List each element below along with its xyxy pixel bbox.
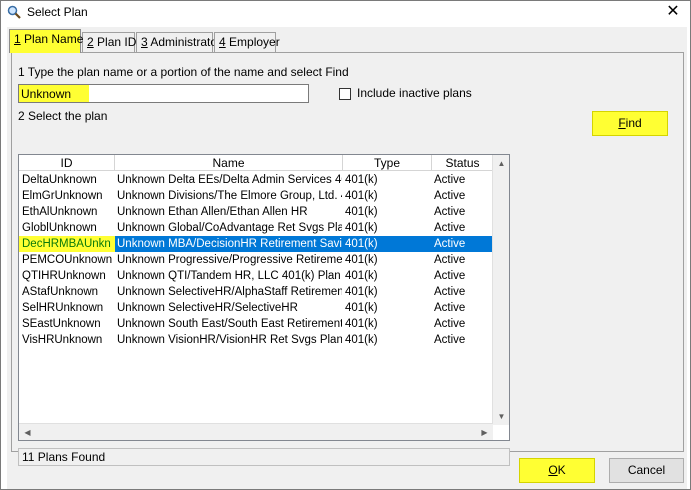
ok-button[interactable]: OK	[519, 458, 595, 483]
plan-name-cell: Unknown Divisions/The Elmore Group, Ltd.…	[117, 190, 342, 202]
include-inactive-label: Include inactive plans	[357, 86, 472, 100]
column-header-type[interactable]: Type	[343, 155, 432, 171]
table-row[interactable]: QTIHRUnknown Unknown QTI/Tandem HR, LLC 4…	[19, 268, 493, 284]
plan-type-cell: 401(k)	[345, 318, 378, 330]
plan-status-cell: Active	[434, 318, 466, 330]
tab-plan-id[interactable]: 2 Plan ID	[82, 32, 136, 52]
plan-status-cell: Active	[434, 270, 466, 282]
scroll-up-icon[interactable]: ▲	[493, 155, 509, 172]
plan-status-cell: Active	[434, 238, 466, 250]
dialog-body: 1 Plan Name 2 Plan ID 3 Administrator 4 …	[7, 27, 687, 489]
plan-id-cell: PEMCOUnknown	[22, 254, 113, 266]
plan-list-rows: DeltaUnknown Unknown Delta EEs/Delta Admi…	[19, 172, 493, 348]
vertical-scrollbar[interactable]: ▲ ▼	[492, 155, 509, 425]
table-row[interactable]: VisHRUnknown Unknown VisionHR/VisionHR Re…	[19, 332, 493, 348]
plan-id-cell: ElmGrUnknown	[22, 190, 103, 202]
plan-id-cell: VisHRUnknown	[22, 334, 103, 346]
plan-name-cell: Unknown SelectiveHR/SelectiveHR	[117, 302, 298, 314]
plan-list[interactable]: ID Name Type Status DeltaUnknown Unknown …	[18, 154, 510, 441]
step1-label: 1 Type the plan name or a portion of the…	[18, 65, 349, 79]
table-row[interactable]: PEMCOUnknown Unknown Progressive/Progress…	[19, 252, 493, 268]
plan-id-cell: DeltaUnknown	[22, 174, 97, 186]
plan-type-cell: 401(k)	[345, 238, 378, 250]
plan-type-cell: 401(k)	[345, 334, 378, 346]
table-row[interactable]: DeltaUnknown Unknown Delta EEs/Delta Admi…	[19, 172, 493, 188]
plan-status-cell: Active	[434, 206, 466, 218]
plan-name-cell: Unknown SelectiveHR/AlphaStaff Retiremen…	[117, 286, 342, 298]
table-row[interactable]: GloblUnknown Unknown Global/CoAdvantage R…	[19, 220, 493, 236]
plan-status-cell: Active	[434, 254, 466, 266]
column-header-name[interactable]: Name	[115, 155, 343, 171]
plan-id-cell: DecHRMBAUnkn	[22, 238, 111, 250]
status-bar: 11 Plans Found	[18, 448, 510, 466]
plan-type-cell: 401(k)	[345, 174, 378, 186]
tab-panel: 1 Type the plan name or a portion of the…	[11, 52, 684, 466]
plan-id-cell: AStafUnknown	[22, 286, 99, 298]
plan-status-cell: Active	[434, 334, 466, 346]
plan-id-cell: SelHRUnknown	[22, 302, 104, 314]
scroll-down-icon[interactable]: ▼	[493, 408, 509, 425]
plan-name-search-field[interactable]	[18, 84, 309, 103]
search-input[interactable]	[21, 86, 306, 101]
plan-status-cell: Active	[434, 302, 466, 314]
plan-type-cell: 401(k)	[345, 206, 378, 218]
include-inactive-checkbox[interactable]	[339, 88, 351, 100]
plan-status-cell: Active	[434, 174, 466, 186]
magnifier-icon	[7, 5, 21, 19]
plan-name-cell: Unknown Delta EEs/Delta Admin Services 4…	[117, 174, 342, 186]
plan-type-cell: 401(k)	[345, 270, 378, 282]
horizontal-scrollbar[interactable]: ◀ ▶	[19, 423, 493, 440]
plan-id-cell: QTIHRUnknown	[22, 270, 106, 282]
step2-label: 2 Select the plan	[18, 109, 108, 123]
close-button[interactable]: ✕	[658, 1, 688, 23]
tab-plan-name[interactable]: 1 Plan Name	[9, 29, 83, 53]
plan-type-cell: 401(k)	[345, 286, 378, 298]
plan-type-cell: 401(k)	[345, 254, 378, 266]
column-header-id[interactable]: ID	[19, 155, 115, 171]
table-row[interactable]: EthAlUnknown Unknown Ethan Allen/Ethan Al…	[19, 204, 493, 220]
column-header-status[interactable]: Status	[432, 155, 493, 171]
table-row[interactable]: SEastUnknown Unknown South East/South Eas…	[19, 316, 493, 332]
scroll-left-icon[interactable]: ◀	[19, 424, 36, 440]
title-bar: Select Plan ✕	[1, 1, 690, 25]
plan-id-cell: SEastUnknown	[22, 318, 101, 330]
plan-name-cell: Unknown QTI/Tandem HR, LLC 401(k) Plan	[117, 270, 341, 282]
table-row[interactable]: DecHRMBAUnkn Unknown MBA/DecisionHR Retir…	[19, 236, 493, 252]
plan-status-cell: Active	[434, 190, 466, 202]
window-title: Select Plan	[27, 5, 88, 19]
scroll-right-icon[interactable]: ▶	[476, 424, 493, 440]
plan-id-cell: EthAlUnknown	[22, 206, 98, 218]
table-row[interactable]: ElmGrUnknown Unknown Divisions/The Elmore…	[19, 188, 493, 204]
plan-name-cell: Unknown Ethan Allen/Ethan Allen HR	[117, 206, 308, 218]
cancel-button[interactable]: Cancel	[609, 458, 684, 483]
plan-name-cell: Unknown MBA/DecisionHR Retirement Saving	[117, 238, 342, 250]
select-plan-dialog: Select Plan ✕ 1 Plan Name 2 Plan ID 3 Ad…	[0, 0, 691, 490]
tab-employer[interactable]: 4 Employer	[214, 32, 280, 52]
plan-type-cell: 401(k)	[345, 302, 378, 314]
plan-list-header: ID Name Type Status	[19, 155, 493, 171]
plan-name-cell: Unknown Progressive/Progressive Retireme…	[117, 254, 342, 266]
table-row[interactable]: SelHRUnknown Unknown SelectiveHR/Selectiv…	[19, 300, 493, 316]
plan-status-cell: Active	[434, 286, 466, 298]
table-row[interactable]: AStafUnknown Unknown SelectiveHR/AlphaSta…	[19, 284, 493, 300]
plan-status-cell: Active	[434, 222, 466, 234]
tab-administrator[interactable]: 3 Administrator	[136, 32, 221, 52]
plan-type-cell: 401(k)	[345, 222, 378, 234]
find-button[interactable]: Find	[592, 111, 668, 136]
plan-type-cell: 401(k)	[345, 190, 378, 202]
plan-name-cell: Unknown South East/South East Retirement…	[117, 318, 342, 330]
plan-id-cell: GloblUnknown	[22, 222, 97, 234]
plan-name-cell: Unknown Global/CoAdvantage Ret Svgs Plan	[117, 222, 342, 234]
plan-name-cell: Unknown VisionHR/VisionHR Ret Svgs Plan	[117, 334, 342, 346]
